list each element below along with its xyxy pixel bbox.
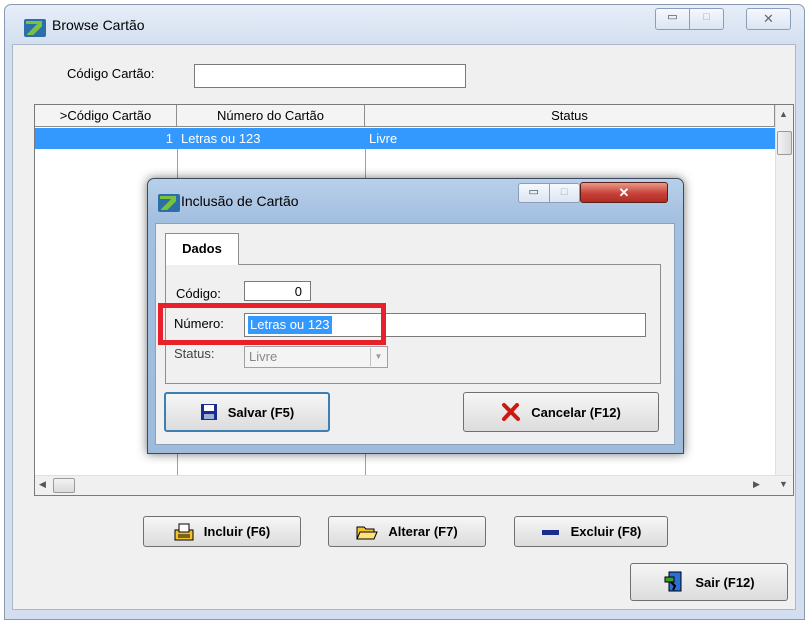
search-code-label: Código Cartão: xyxy=(67,66,155,81)
cell-status: Livre xyxy=(369,131,398,146)
incluir-button[interactable]: Incluir (F6) xyxy=(143,516,301,547)
cancel-x-icon xyxy=(502,403,521,421)
minus-icon xyxy=(541,529,559,535)
cell-codigo: 1 xyxy=(165,131,173,146)
salvar-button[interactable]: Salvar (F5) xyxy=(164,392,330,432)
window-title: Browse Cartão xyxy=(52,17,145,33)
maximize-icon: □ xyxy=(560,186,568,198)
codigo-label: Código: xyxy=(176,286,221,301)
minimize-button[interactable]: ▭ xyxy=(655,8,690,30)
table-row[interactable]: 1 Letras ou 123 Livre xyxy=(35,128,775,149)
scroll-down-arrow-icon[interactable]: ▼ xyxy=(779,479,788,489)
vertical-scroll-thumb[interactable] xyxy=(777,131,792,155)
close-button[interactable]: ✕ xyxy=(746,8,791,30)
codigo-field[interactable]: 0 xyxy=(244,281,311,301)
save-icon xyxy=(200,404,217,420)
horizontal-scrollbar[interactable]: ◀ ▶ ▼ xyxy=(35,475,793,495)
caption-buttons: ▭ □ xyxy=(655,8,738,30)
close-icon: ✕ xyxy=(763,11,774,26)
scroll-right-arrow-icon[interactable]: ▶ xyxy=(753,479,760,490)
column-header-codigo[interactable]: >Código Cartão xyxy=(35,105,177,127)
cancelar-button[interactable]: Cancelar (F12) xyxy=(463,392,659,432)
scroll-left-arrow-icon[interactable]: ◀ xyxy=(39,479,46,490)
dialog-maximize-button[interactable]: □ xyxy=(549,183,580,203)
scroll-up-arrow-icon[interactable]: ▲ xyxy=(779,109,788,119)
chevron-down-icon[interactable]: ▼ xyxy=(370,348,386,366)
cell-numero: Letras ou 123 xyxy=(181,131,261,146)
maximize-icon: □ xyxy=(703,11,710,23)
dialog-app-icon xyxy=(158,194,180,212)
dialog-caption-buttons: ▭ □ xyxy=(518,183,580,203)
dialog-minimize-button[interactable]: ▭ xyxy=(518,183,550,203)
status-label: Status: xyxy=(174,346,215,361)
open-folder-icon xyxy=(356,526,379,539)
dialog-title: Inclusão de Cartão xyxy=(181,193,299,209)
horizontal-scroll-thumb[interactable] xyxy=(53,478,75,493)
close-icon: ✕ xyxy=(618,185,630,200)
column-header-status[interactable]: Status xyxy=(365,105,775,127)
highlight-annotation-box xyxy=(158,303,386,345)
column-header-numero[interactable]: Número do Cartão xyxy=(177,105,365,127)
status-select[interactable]: Livre xyxy=(244,346,388,368)
include-icon xyxy=(174,523,194,540)
search-code-input[interactable] xyxy=(194,64,466,88)
app-icon xyxy=(24,19,46,37)
minimize-icon: ▭ xyxy=(528,186,539,198)
maximize-button[interactable]: □ xyxy=(690,8,724,30)
minimize-icon: ▭ xyxy=(667,11,678,23)
vertical-scrollbar[interactable]: ▲ xyxy=(775,105,793,475)
dialog-close-button[interactable]: ✕ xyxy=(580,182,668,203)
sair-button[interactable]: Sair (F12) xyxy=(630,563,788,601)
exit-door-icon xyxy=(664,571,682,592)
tab-dados[interactable]: Dados xyxy=(165,233,239,265)
alterar-button[interactable]: Alterar (F7) xyxy=(328,516,486,547)
excluir-button[interactable]: Excluir (F8) xyxy=(514,516,668,547)
